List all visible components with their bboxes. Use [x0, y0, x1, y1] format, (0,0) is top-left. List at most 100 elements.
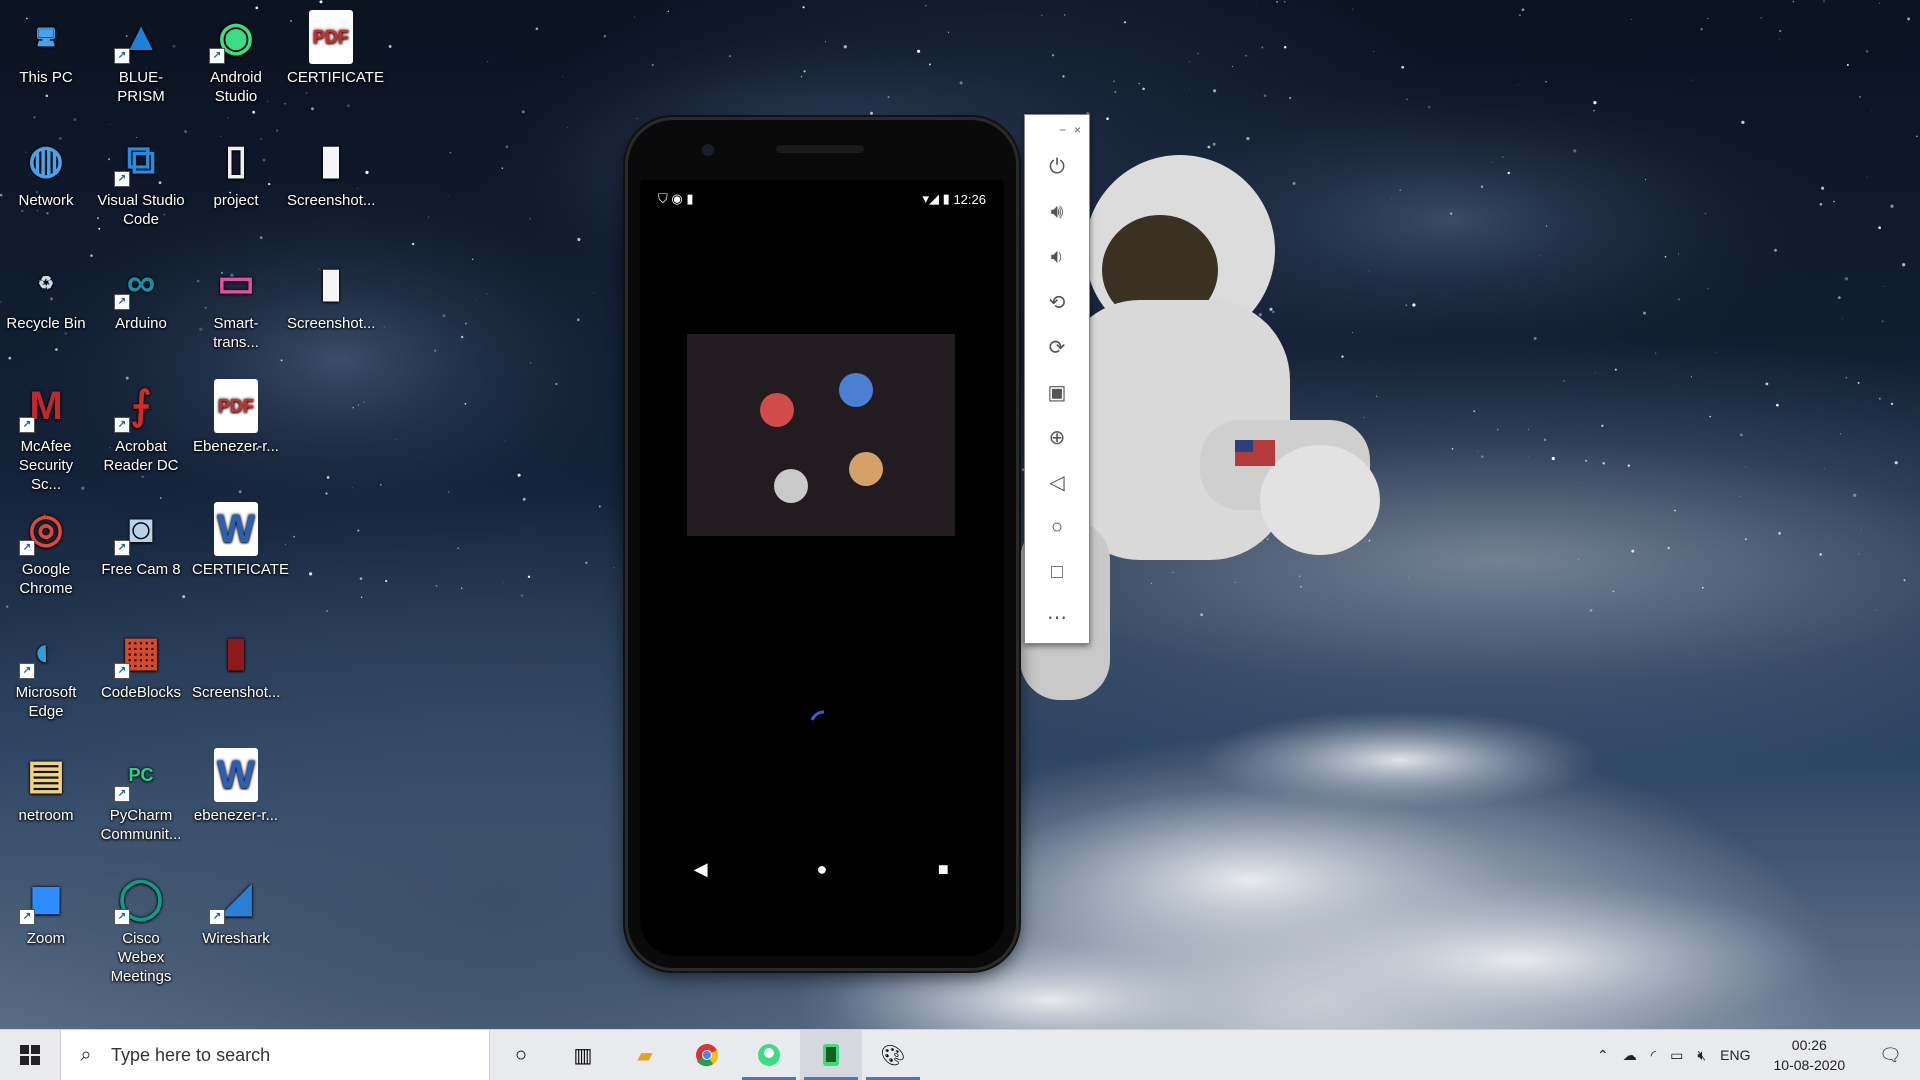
power-icon[interactable]: ⏻	[1025, 145, 1089, 190]
app-canvas[interactable]	[687, 334, 955, 536]
rotate-left-icon[interactable]: ⟲	[1025, 280, 1089, 325]
netroom-folder-icon: ▤	[27, 753, 65, 797]
nav-back-icon[interactable]: ◀	[671, 859, 731, 880]
volume-up-icon[interactable]: 🔊︎	[1025, 190, 1089, 235]
desktop-shortcut[interactable]: ⨍ ↗ Acrobat Reader DC	[95, 371, 187, 489]
desktop-shortcut[interactable]: PDF Ebenezer-r...	[190, 371, 282, 489]
clock[interactable]: 00:26 10-08-2020	[1758, 1035, 1862, 1075]
free-cam-icon: ◙ ↗	[114, 502, 168, 556]
file-explorer-icon[interactable]: ▰	[614, 1030, 676, 1080]
desktop-shortcut[interactable]: ▮ Screenshot...	[285, 125, 377, 243]
nav-overview-icon[interactable]: ■	[913, 859, 973, 880]
pycharm-icon: PC ↗	[114, 748, 168, 802]
desktop-shortcut[interactable]: ▯ project	[190, 125, 282, 243]
loading-spinner	[810, 710, 825, 721]
toolbar-close-button[interactable]: ×	[1074, 123, 1081, 137]
desktop-shortcut[interactable]: 🖥︎ This PC	[0, 2, 92, 120]
desktop-icon-label: Network	[18, 192, 74, 209]
desktop-shortcut[interactable]: ⧉ ↗ Visual Studio Code	[95, 125, 187, 243]
emulator-screen[interactable]: ⛉ ◉ ▮ ▾ ◢ ▮ 12:26 ◀ ● ■	[640, 180, 1004, 956]
battery-tray-icon[interactable]: ▭	[1663, 1047, 1690, 1064]
zoom-icon[interactable]: ⊕	[1025, 415, 1089, 460]
desktop-shortcut[interactable]: PC ↗ PyCharm Communit...	[95, 740, 187, 858]
desktop-icon-label: Acrobat Reader DC	[103, 438, 179, 474]
codeblocks-icon: ▦ ↗	[114, 625, 168, 679]
shortcut-arrow-icon: ↗	[19, 540, 35, 556]
desktop-shortcut[interactable]: ▤ netroom	[0, 740, 92, 858]
desktop-shortcut[interactable]: ▲ ↗ BLUE-PRISM	[95, 2, 187, 120]
desktop-icon-label: Zoom	[26, 930, 66, 947]
start-button[interactable]	[0, 1030, 60, 1080]
emulator-taskbar-icon[interactable]	[800, 1030, 862, 1080]
volume-muted-icon[interactable]: 🔇︎	[1690, 1047, 1713, 1064]
play-protect-icon: ⛉	[658, 191, 668, 206]
taskbar-search[interactable]: ⌕ Type here to search	[60, 1030, 490, 1080]
cortana-icon[interactable]: ○	[490, 1030, 552, 1080]
desktop-shortcut[interactable]: W CERTIFICATE	[190, 494, 289, 612]
chrome-taskbar-icon[interactable]	[676, 1030, 738, 1080]
visual-studio-code-icon: ⧉ ↗	[114, 133, 168, 187]
shortcut-arrow-icon: ↗	[19, 909, 35, 925]
shortcut-arrow-icon: ↗	[114, 417, 130, 433]
cisco-webex-icon: ◯ ↗	[114, 871, 168, 925]
desktop-shortcut[interactable]: M ↗ McAfee Security Sc...	[0, 371, 92, 493]
desktop-shortcut[interactable]: ◉ ↗ Android Studio	[190, 2, 282, 120]
arduino-icon: ∞ ↗	[114, 256, 168, 310]
screenshot-icon: ▮	[319, 261, 342, 305]
shortcut-arrow-icon: ↗	[19, 663, 35, 679]
blue-circle[interactable]	[839, 373, 873, 407]
desktop-icon-label: Screenshot...	[192, 684, 281, 701]
desktop-shortcut[interactable]: ◙ ↗ Free Cam 8	[95, 494, 187, 612]
android-studio-taskbar-icon[interactable]	[738, 1030, 800, 1080]
desktop-icon-label: Free Cam 8	[101, 561, 181, 578]
screenshot-icon: ▮	[319, 138, 342, 182]
desktop-shortcut[interactable]: ◯ ↗ Cisco Webex Meetings	[95, 863, 187, 985]
overview-icon[interactable]: □	[1025, 550, 1089, 595]
shortcut-arrow-icon: ↗	[209, 48, 225, 64]
desktop-shortcut[interactable]: ♻︎ Recycle Bin	[0, 248, 92, 366]
desktop-icon-label: Screenshot...	[287, 315, 376, 332]
desktop-shortcut[interactable]: PDF CERTIFICATE	[285, 2, 384, 120]
desktop-shortcut[interactable]: ◎ ↗ Google Chrome	[0, 494, 92, 612]
desktop-icon-label: Android Studio	[210, 69, 262, 105]
desktop-shortcut[interactable]: ◼ ↗ Zoom	[0, 863, 92, 981]
home-icon[interactable]: ○	[1025, 505, 1089, 550]
camera-icon[interactable]: ▣	[1025, 370, 1089, 415]
search-icon: ⌕	[80, 1043, 92, 1066]
android-nav-bar: ◀ ● ■	[640, 854, 1004, 884]
phone-speaker	[776, 145, 864, 153]
desktop-icon-label: Visual Studio Code	[97, 192, 185, 228]
shortcut-arrow-icon: ↗	[114, 786, 130, 802]
language-indicator[interactable]: ENG	[1713, 1047, 1757, 1063]
desktop-shortcut[interactable]: ▭ Smart-trans...	[190, 248, 282, 366]
desktop-shortcut[interactable]: ▮ Screenshot...	[190, 617, 282, 735]
desktop-shortcut[interactable]: ◐ ↗ Microsoft Edge	[0, 617, 92, 735]
back-icon[interactable]: ◁	[1025, 460, 1089, 505]
shortcut-arrow-icon: ↗	[114, 540, 130, 556]
toolbar-minimize-button[interactable]: −	[1059, 123, 1066, 137]
tan-circle[interactable]	[849, 452, 883, 486]
rotate-right-icon[interactable]: ⟳	[1025, 325, 1089, 370]
more-icon[interactable]: ⋯	[1025, 595, 1089, 640]
red-circle[interactable]	[760, 393, 794, 427]
onedrive-error-icon[interactable]: ☁	[1616, 1047, 1644, 1064]
acrobat-reader-icon: ⨍ ↗	[114, 379, 168, 433]
notifications-icon[interactable]: 🗨︎	[1861, 1045, 1920, 1066]
desktop-shortcut[interactable]: ◍ Network	[0, 125, 92, 243]
desktop-icon-label: Wireshark	[202, 930, 270, 947]
desktop-icon-label: project	[213, 192, 259, 209]
volume-down-icon[interactable]: 🔉︎	[1025, 235, 1089, 280]
desktop-shortcut[interactable]: ∞ ↗ Arduino	[95, 248, 187, 366]
desktop-shortcut[interactable]: ▦ ↗ CodeBlocks	[95, 617, 187, 735]
show-hidden-icons-icon[interactable]: ⌃	[1590, 1047, 1616, 1064]
desktop-shortcut[interactable]: ▮ Screenshot...	[285, 248, 377, 366]
network-icon[interactable]: ◜	[1644, 1047, 1663, 1064]
desktop-shortcut[interactable]: ◢ ↗ Wireshark	[190, 863, 282, 981]
task-view-icon[interactable]: ▥	[552, 1030, 614, 1080]
desktop-shortcut[interactable]: Webenezer-r...	[190, 740, 282, 858]
paint-taskbar-icon[interactable]: 🎨︎	[862, 1030, 924, 1080]
grey-circle[interactable]	[774, 469, 808, 503]
desktop-icon-label: This PC	[19, 69, 73, 86]
status-time: 12:26	[953, 191, 986, 207]
nav-home-icon[interactable]: ●	[792, 859, 852, 880]
